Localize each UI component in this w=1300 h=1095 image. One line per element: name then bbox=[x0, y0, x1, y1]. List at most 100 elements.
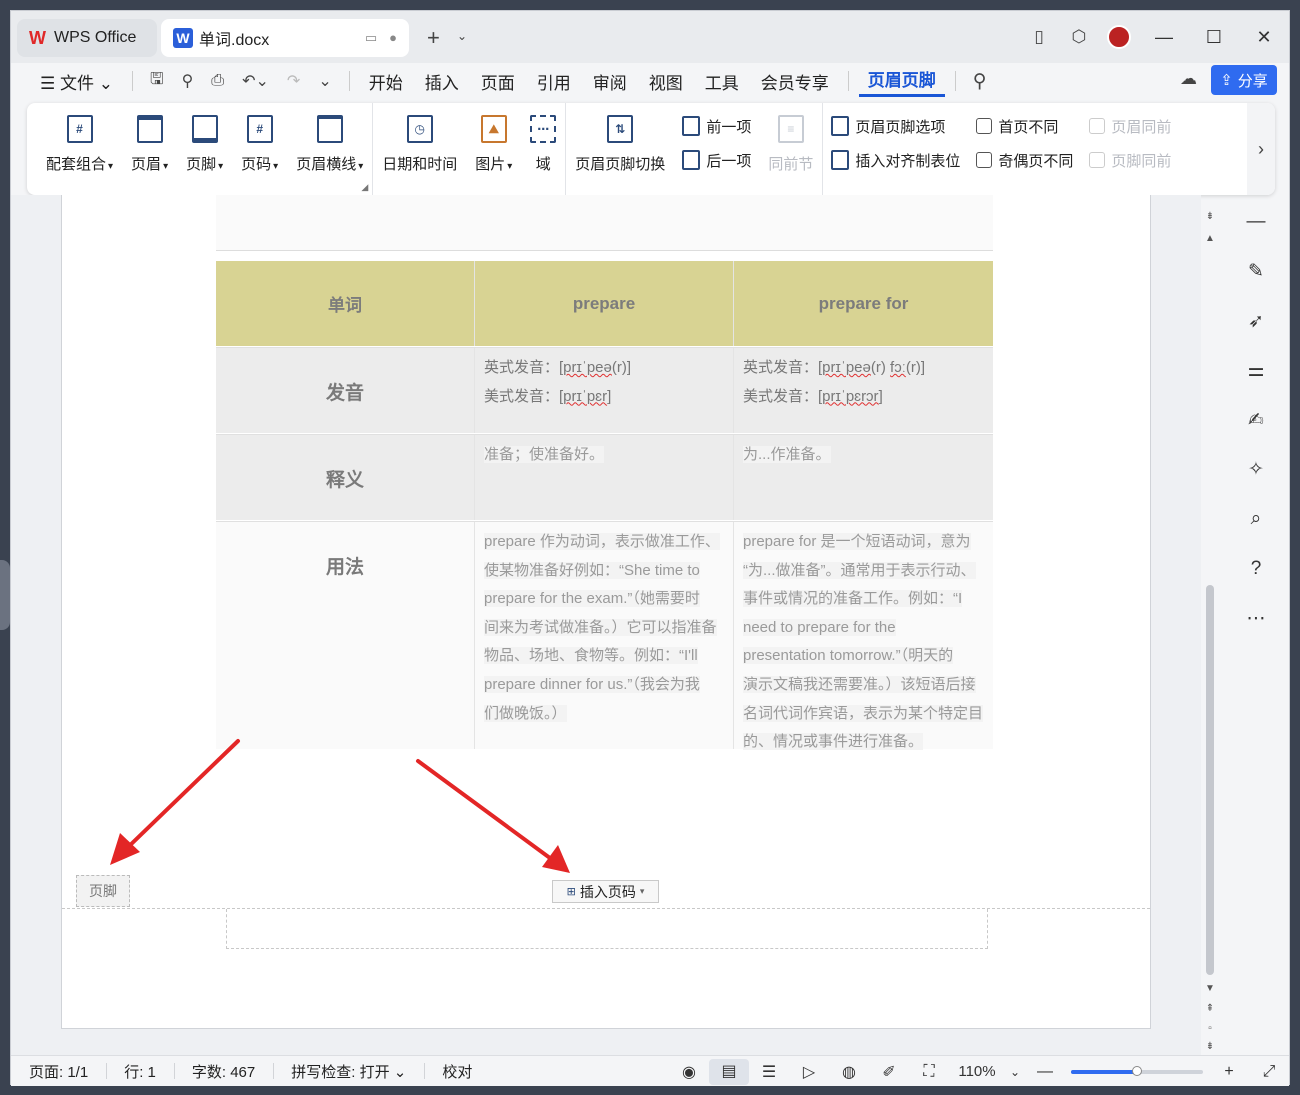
header-same-as-prev-checkbox[interactable]: 页眉同前 bbox=[1089, 115, 1171, 137]
minimize-icon[interactable]: — bbox=[1139, 27, 1189, 48]
footer-content-area[interactable] bbox=[226, 909, 988, 949]
ai-write-icon[interactable]: ✍ bbox=[1241, 405, 1271, 435]
header-button[interactable]: 页眉 ▾ bbox=[122, 115, 177, 174]
pen-icon[interactable]: ✐ bbox=[869, 1062, 909, 1082]
redo-icon[interactable]: ↷ bbox=[280, 71, 307, 91]
zoom-slider[interactable] bbox=[1071, 1065, 1203, 1076]
menu-review[interactable]: 审阅 bbox=[584, 69, 636, 94]
zoom-level[interactable]: 110% bbox=[949, 1063, 1005, 1080]
pen-icon[interactable]: ✎ bbox=[1241, 257, 1271, 287]
cube-icon[interactable]: ⬡ bbox=[1059, 27, 1099, 47]
menu-references[interactable]: 引用 bbox=[528, 69, 580, 94]
book-search-icon[interactable]: ⌕ bbox=[1241, 504, 1271, 534]
tab-document[interactable]: W 单词.docx ▭ ● bbox=[161, 19, 409, 57]
tab-wps-office[interactable]: W WPS Office bbox=[17, 19, 157, 57]
pointer-icon[interactable]: ➶ bbox=[1241, 306, 1271, 336]
share-button[interactable]: ⇪ 分享 bbox=[1211, 65, 1277, 95]
menu-tools[interactable]: 工具 bbox=[696, 69, 748, 94]
odd-even-different-checkbox[interactable]: 奇偶页不同 bbox=[976, 149, 1073, 171]
switch-header-footer-button[interactable]: ⇅ 页眉页脚切换 bbox=[566, 115, 674, 174]
scroll-split-icon[interactable]: ⇟ bbox=[1204, 211, 1216, 222]
menu-view[interactable]: 视图 bbox=[640, 69, 692, 94]
eye-icon[interactable]: ◉ bbox=[669, 1062, 709, 1082]
header-line-button[interactable]: 页眉横线 ▾ bbox=[287, 115, 372, 174]
status-spell-check[interactable]: 拼写检查: 打开 ⌄ bbox=[273, 1061, 424, 1082]
field-button[interactable]: ⋯ 域 bbox=[521, 115, 565, 174]
new-tab-plus-icon[interactable]: + bbox=[427, 25, 440, 51]
checkbox-box[interactable] bbox=[976, 152, 993, 168]
prev-item-button[interactable]: 前一项 bbox=[682, 115, 751, 137]
menu-page[interactable]: 页面 bbox=[472, 69, 524, 94]
insert-page-number-label: 插入页码 bbox=[579, 883, 636, 900]
checkbox-box[interactable] bbox=[1089, 152, 1106, 168]
same-as-previous-button[interactable]: ≡ 同前节 bbox=[759, 115, 822, 174]
menu-header-footer[interactable]: 页眉页脚 bbox=[858, 66, 945, 97]
date-time-button[interactable]: ◷ 日期和时间 bbox=[373, 115, 466, 174]
vertical-scrollbar[interactable]: ⇟ ▲ ▼ ⇞ ▫ ⇟ bbox=[1201, 195, 1219, 1055]
search-icon[interactable]: ⚲ bbox=[966, 70, 994, 93]
menu-member[interactable]: 会员专享 bbox=[752, 69, 838, 94]
outline-view-icon[interactable]: ☰ bbox=[749, 1062, 789, 1082]
scroll-up-icon[interactable]: ▲ bbox=[1204, 233, 1216, 244]
zoom-chevron-down-icon[interactable]: ⌄ bbox=[1005, 1065, 1025, 1079]
undo-icon[interactable]: ↶⌄ bbox=[235, 71, 276, 91]
picture-button[interactable]: ⛰ 图片 ▾ bbox=[466, 115, 521, 174]
more-chevron-down-icon[interactable]: ⌄ bbox=[311, 71, 338, 91]
dialog-launcher-icon[interactable]: ◢ bbox=[361, 182, 368, 193]
avatar[interactable] bbox=[1107, 25, 1131, 49]
menu-insert[interactable]: 插入 bbox=[416, 69, 468, 94]
header-same-as-prev-label: 页眉同前 bbox=[1111, 118, 1172, 136]
print-preview-icon[interactable]: ⎙ bbox=[204, 72, 231, 90]
hf-options-button[interactable]: 页眉页脚选项 bbox=[831, 115, 960, 137]
select-browse-icon[interactable]: ▫ bbox=[1204, 1023, 1216, 1034]
zoom-in-icon[interactable]: + bbox=[1209, 1063, 1249, 1081]
help-icon[interactable]: ? bbox=[1241, 554, 1271, 584]
file-menu[interactable]: ☰ 文件 ⌄ bbox=[31, 69, 122, 94]
first-page-different-checkbox[interactable]: 首页不同 bbox=[976, 115, 1073, 137]
insert-align-tab-button[interactable]: 插入对齐制表位 bbox=[831, 149, 960, 171]
status-proofread[interactable]: 校对 bbox=[424, 1061, 490, 1082]
footer-same-as-prev-checkbox[interactable]: 页脚同前 bbox=[1089, 149, 1171, 171]
status-page[interactable]: 页面: 1/1 bbox=[11, 1061, 106, 1082]
monitor-icon[interactable]: ▭ bbox=[365, 30, 377, 46]
file-menu-label: 文件 bbox=[59, 73, 94, 93]
status-line[interactable]: 行: 1 bbox=[106, 1061, 174, 1082]
page-number-button[interactable]: # 页码 ▾ bbox=[232, 115, 287, 174]
document-page[interactable]: 单词 prepare prepare for 发音 英式发音：[prɪˈpeə(… bbox=[61, 195, 1151, 1029]
zoom-slider-knob[interactable] bbox=[1132, 1065, 1142, 1076]
right-sidebar: — ✎ ➶ ⚌ ✍ ✧ ⌕ ? ⋯ bbox=[1233, 207, 1279, 1047]
next-item-button[interactable]: 后一项 bbox=[682, 149, 751, 171]
combo-label: 配套组合 bbox=[46, 156, 107, 173]
menu-home[interactable]: 开始 bbox=[360, 69, 412, 94]
divider bbox=[131, 71, 133, 91]
prev-page-icon[interactable]: ⇞ bbox=[1204, 1003, 1216, 1014]
cloud-icon[interactable]: ☁ bbox=[1180, 69, 1197, 89]
save-icon[interactable]: 🖫 bbox=[143, 68, 171, 95]
maximize-icon[interactable]: ☐ bbox=[1189, 27, 1239, 48]
status-word-count[interactable]: 字数: 467 bbox=[173, 1061, 273, 1082]
scroll-down-icon[interactable]: ▼ bbox=[1204, 983, 1216, 994]
layout-icon[interactable]: ▯ bbox=[1019, 27, 1059, 47]
footer-button[interactable]: 页脚 ▾ bbox=[177, 115, 232, 174]
scroll-thumb[interactable] bbox=[1206, 585, 1214, 975]
fit-screen-icon[interactable]: ⛶ bbox=[909, 1063, 949, 1081]
checkbox-box[interactable] bbox=[976, 118, 993, 134]
insert-page-number-button[interactable]: ⊞ 插入页码 ▾ bbox=[552, 880, 659, 903]
close-icon[interactable]: ✕ bbox=[1239, 27, 1289, 48]
combo-button[interactable]: # 配套组合 ▾ bbox=[37, 115, 122, 174]
link-icon[interactable]: ⚲ bbox=[175, 71, 201, 91]
new-tab-chevron-down-icon[interactable]: ⌄ bbox=[457, 29, 467, 43]
play-icon[interactable]: ▷ bbox=[789, 1062, 829, 1082]
field-icon: ⋯ bbox=[530, 115, 557, 143]
zoom-out-icon[interactable]: — bbox=[1025, 1063, 1065, 1081]
collapse-icon[interactable]: — bbox=[1241, 207, 1271, 237]
adjust-sliders-icon[interactable]: ⚌ bbox=[1241, 356, 1271, 386]
ribbon-scroll-right-chevron-icon[interactable]: › bbox=[1247, 103, 1275, 195]
checkbox-box[interactable] bbox=[1089, 118, 1106, 134]
tools-icon[interactable]: ✧ bbox=[1241, 455, 1271, 485]
globe-icon[interactable]: ◍ bbox=[829, 1062, 869, 1082]
next-page-icon[interactable]: ⇟ bbox=[1204, 1041, 1216, 1052]
more-icon[interactable]: ⋯ bbox=[1241, 603, 1271, 633]
page-view-icon[interactable]: ▤ bbox=[709, 1058, 749, 1085]
fullscreen-icon[interactable]: ⤢ bbox=[1249, 1063, 1289, 1081]
